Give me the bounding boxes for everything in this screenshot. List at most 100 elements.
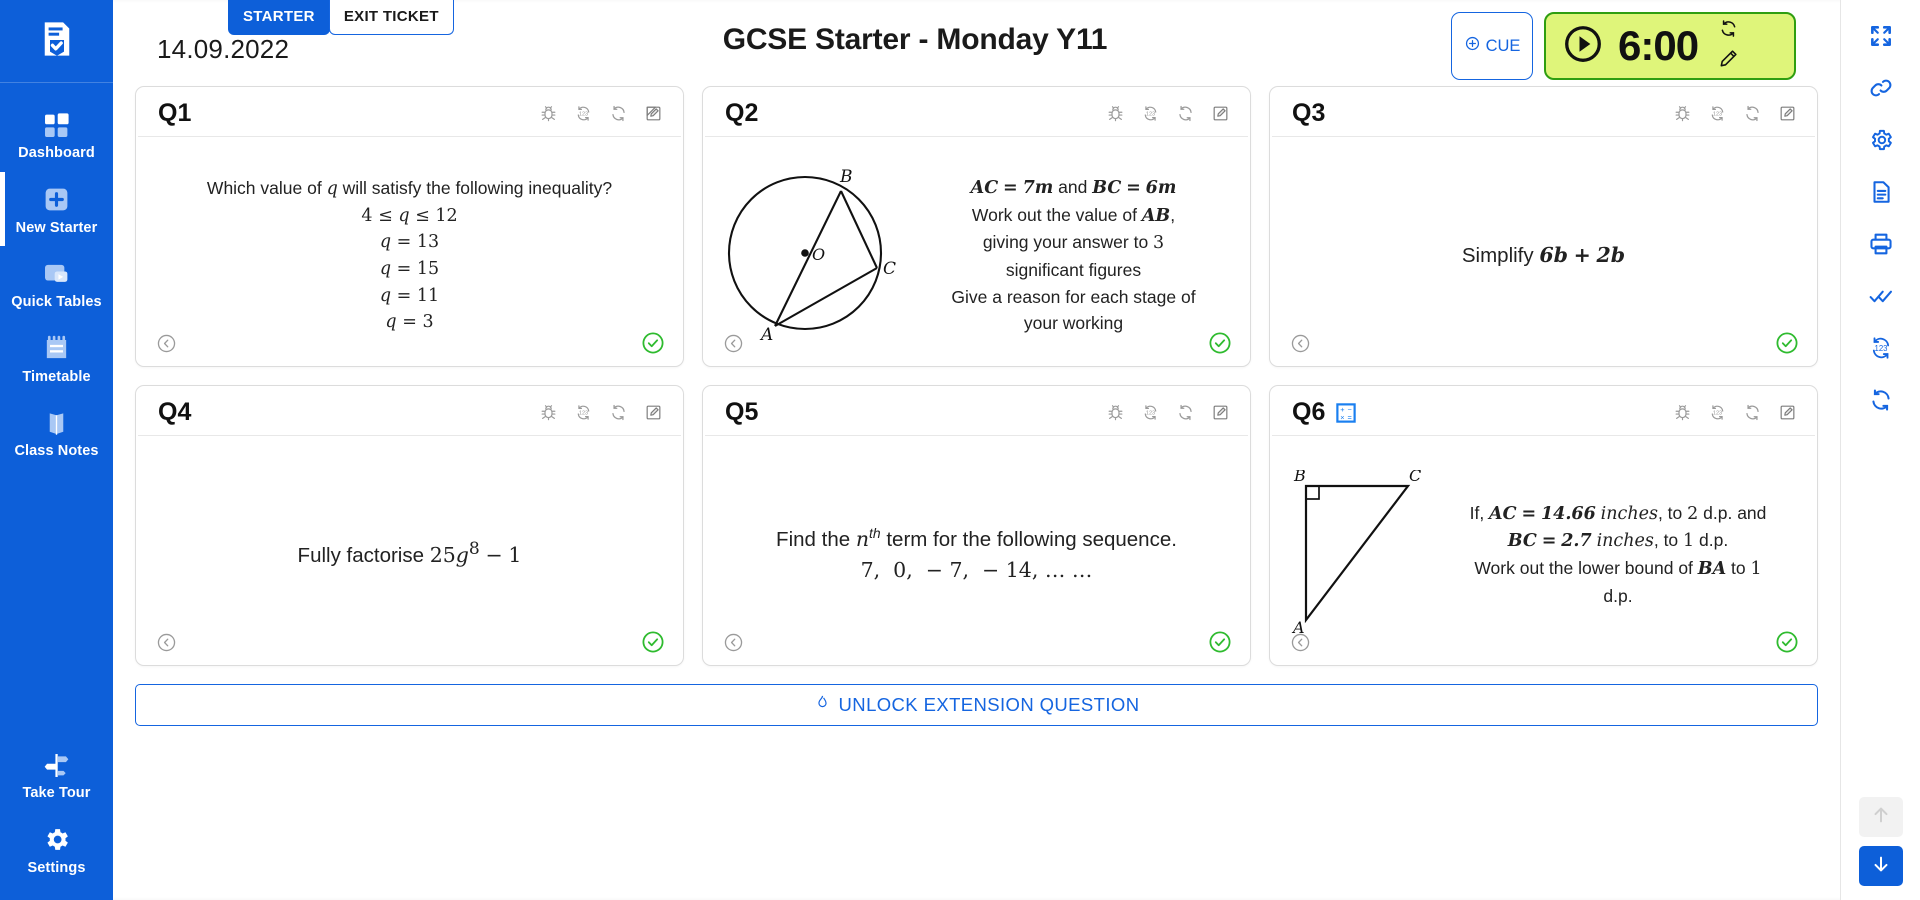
refresh-icon[interactable]	[1743, 104, 1762, 123]
sidebar-item-take-tour[interactable]: Take Tour	[0, 737, 113, 812]
refresh-icon[interactable]	[1176, 403, 1195, 422]
check-circle-icon[interactable]	[1208, 331, 1232, 355]
check-circle-icon[interactable]	[1775, 630, 1799, 654]
bug-icon[interactable]	[1673, 403, 1692, 422]
sidebar-item-quick-tables[interactable]: Quick Tables	[0, 246, 113, 321]
play-circle-icon[interactable]	[1562, 23, 1604, 70]
card-header: Q5 123	[705, 386, 1248, 436]
timer-widget[interactable]: 6:00	[1544, 12, 1796, 80]
tab-exit-ticket[interactable]: EXIT TICKET	[328, 0, 454, 35]
card-footer	[1270, 619, 1817, 665]
chevron-left-circle-icon[interactable]	[723, 333, 744, 354]
question-card[interactable]: Q6 + − × = 123 B C A If, AC = 14.66 inch…	[1269, 385, 1818, 666]
document-check-icon	[36, 18, 78, 65]
question-card[interactable]: Q3 123 Simplify 6b + 2b	[1269, 86, 1818, 367]
scroll-up-button[interactable]	[1858, 797, 1903, 837]
edit-square-icon[interactable]	[644, 104, 663, 123]
chevron-left-circle-icon[interactable]	[1290, 632, 1311, 653]
sidebar-bottom-nav: Take Tour Settings	[0, 737, 113, 900]
question-card[interactable]: Q1 123 Which value of q will satisfy the…	[135, 86, 684, 367]
link-icon[interactable]	[1855, 62, 1907, 114]
bug-icon[interactable]	[1106, 403, 1125, 422]
arrow-down-icon	[1870, 853, 1892, 880]
sidebar-item-label: New Starter	[15, 219, 98, 236]
sidebar-item-dashboard[interactable]: Dashboard	[0, 97, 113, 172]
tab-starter[interactable]: STARTER	[228, 0, 330, 35]
edit-square-icon[interactable]	[1211, 104, 1230, 123]
svg-text:=: =	[1348, 412, 1352, 421]
edit-square-icon[interactable]	[1211, 403, 1230, 422]
sidebar-item-label: Class Notes	[14, 443, 99, 459]
arrow-up-icon	[1870, 804, 1892, 831]
numbers-refresh-icon[interactable]: 123	[1141, 403, 1160, 422]
sidebar-item-class-notes[interactable]: Class Notes	[0, 395, 113, 470]
numbers-refresh-icon[interactable]: 123	[574, 104, 593, 123]
cue-button[interactable]: CUE	[1451, 12, 1533, 80]
numbers-refresh-icon[interactable]: 123	[1708, 403, 1727, 422]
question-title: Q5	[725, 398, 759, 426]
question-text: Find the nth term for the following sequ…	[776, 524, 1177, 582]
card-tools: 123	[539, 403, 663, 422]
double-check-icon[interactable]	[1855, 270, 1907, 322]
refresh-icon[interactable]	[1743, 403, 1762, 422]
right-triangle-diagram: B C A	[1290, 466, 1435, 640]
bug-icon[interactable]	[539, 403, 558, 422]
card-header: Q2 123	[705, 87, 1248, 137]
scroll-arrows	[1858, 797, 1903, 900]
fullscreen-icon[interactable]	[1855, 10, 1907, 62]
card-header: Q1 123	[138, 87, 681, 137]
question-text: Which value of q will satisfy the follow…	[206, 178, 613, 333]
gear-icon[interactable]	[1855, 114, 1907, 166]
question-title: Q2	[725, 99, 759, 127]
refresh-icon[interactable]	[1176, 104, 1195, 123]
app-logo[interactable]	[0, 0, 113, 83]
sidebar-item-settings[interactable]: Settings	[0, 812, 113, 887]
numbers-refresh-icon[interactable]: 123	[574, 403, 593, 422]
unlock-extension-button[interactable]: UNLOCK EXTENSION QUESTION	[135, 684, 1818, 726]
refresh-icon[interactable]	[609, 104, 628, 123]
calculator-icon[interactable]: + − × =	[1335, 402, 1357, 424]
check-circle-icon[interactable]	[641, 331, 665, 355]
edit-square-icon[interactable]	[1778, 403, 1797, 422]
chevron-left-circle-icon[interactable]	[156, 333, 177, 354]
scroll-down-button[interactable]	[1858, 846, 1903, 886]
bug-icon[interactable]	[1673, 104, 1692, 123]
edit-square-icon[interactable]	[1778, 104, 1797, 123]
svg-text:123: 123	[579, 411, 588, 417]
chevron-left-circle-icon[interactable]	[156, 632, 177, 653]
refresh-icon[interactable]	[1718, 18, 1739, 44]
question-card[interactable]: Q2 123 O B C A AC = 7m and BC = 6m Work …	[702, 86, 1251, 367]
document-icon[interactable]	[1855, 166, 1907, 218]
edit-square-icon[interactable]	[644, 403, 663, 422]
svg-text:×: ×	[1341, 412, 1345, 421]
question-text: Fully factorise 25g8 − 1	[297, 539, 522, 568]
sidebar-item-new-starter[interactable]: New Starter	[0, 171, 113, 247]
question-card[interactable]: Q5 123 Find the nth term for the followi…	[702, 385, 1251, 666]
numbers-refresh-icon[interactable]: 123	[1855, 322, 1907, 374]
card-tools: 123	[1673, 403, 1797, 422]
question-text: If, AC = 14.66 inches, to 2 d.p. and BC =…	[1469, 502, 1767, 606]
sidebar-item-timetable[interactable]: Timetable	[0, 321, 113, 396]
svg-text:B: B	[1293, 470, 1306, 485]
chevron-left-circle-icon[interactable]	[1290, 333, 1311, 354]
chevron-left-circle-icon[interactable]	[723, 632, 744, 653]
right-rail: 123	[1840, 0, 1920, 900]
flame-icon	[814, 694, 831, 716]
refresh-icon[interactable]	[1855, 374, 1907, 426]
check-circle-icon[interactable]	[641, 630, 665, 654]
pencil-icon[interactable]	[1718, 48, 1739, 74]
bug-icon[interactable]	[1106, 104, 1125, 123]
check-circle-icon[interactable]	[1208, 630, 1232, 654]
numbers-refresh-icon[interactable]: 123	[1141, 104, 1160, 123]
svg-text:B: B	[839, 167, 853, 187]
refresh-icon[interactable]	[609, 403, 628, 422]
plus-square-icon	[42, 185, 71, 215]
card-tools: 123	[1106, 403, 1230, 422]
bug-icon[interactable]	[539, 104, 558, 123]
printer-icon[interactable]	[1855, 218, 1907, 270]
card-footer	[703, 320, 1250, 366]
sidebar-item-label: Dashboard	[18, 145, 95, 161]
question-card[interactable]: Q4 123 Fully factorise 25g8 − 1	[135, 385, 684, 666]
numbers-refresh-icon[interactable]: 123	[1708, 104, 1727, 123]
check-circle-icon[interactable]	[1775, 331, 1799, 355]
